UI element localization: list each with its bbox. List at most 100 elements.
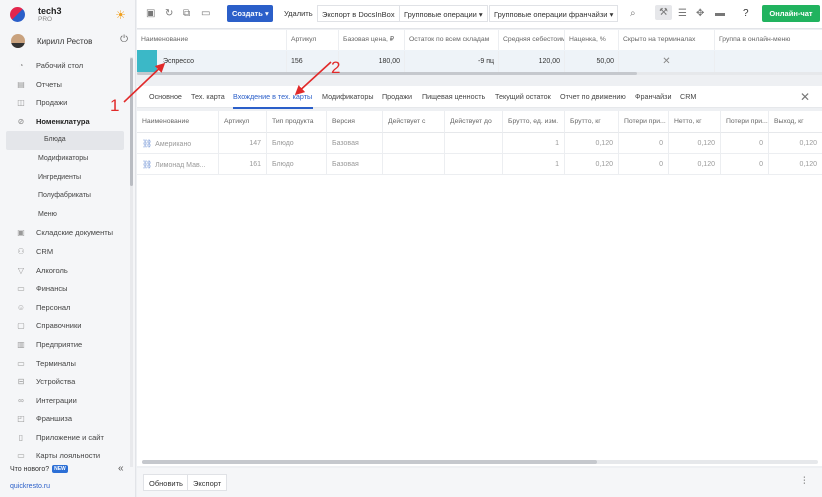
sub-table-scrollbar-thumb[interactable] — [142, 460, 597, 464]
list-icon[interactable]: ☰ — [678, 8, 687, 19]
move-icon[interactable]: ✥ — [696, 8, 704, 19]
sidebar-item-references[interactable]: ▢ Справочники — [0, 317, 130, 336]
col-header-valid-from[interactable]: Действует с — [383, 111, 445, 133]
sidebar-item-alcohol[interactable]: ▽ Алкоголь — [0, 262, 130, 281]
sidebar-item-dashboard[interactable]: ◔ Рабочий стол — [0, 57, 130, 76]
brand[interactable]: tech3 PRO ☀ — [8, 4, 132, 26]
tab-tech-card-inclusion[interactable]: Вхождение в тех. карты — [233, 92, 312, 101]
col-header-losses-2[interactable]: Потери при... — [721, 111, 769, 133]
tab-franchisees[interactable]: Франчайзи — [635, 92, 672, 101]
cell-name[interactable]: ⛓ Американо — [137, 133, 219, 154]
sidebar-item-devices[interactable]: ⊟ Устройства — [0, 373, 130, 392]
sidebar-scrollbar-thumb[interactable] — [130, 58, 133, 186]
col-header-hidden[interactable]: Скрыто на терминалах — [619, 30, 715, 50]
whats-new-link[interactable]: Что нового? NEW — [10, 465, 68, 473]
col-header-markup[interactable]: Наценка, % — [565, 30, 619, 50]
export-docsinbox-button[interactable]: Экспорт в DocsInBox — [317, 5, 400, 22]
sidebar-subitem-menu[interactable]: Меню — [0, 206, 130, 225]
col-header-name[interactable]: Наименование — [137, 30, 287, 50]
sidebar-item-warehouse-docs[interactable]: ▣ Складские документы — [0, 224, 130, 243]
delete-button[interactable]: Удалить — [280, 5, 317, 22]
col-header-net-kg[interactable]: Нетто, кг — [669, 111, 721, 133]
col-header-name[interactable]: Наименование — [137, 111, 219, 133]
column-settings-icon[interactable]: ⫶ — [803, 476, 806, 487]
user-profile[interactable]: Кирилл Рестов ⏻ — [8, 33, 132, 51]
tab-tech-card[interactable]: Тех. карта — [191, 92, 225, 101]
copy-icon[interactable]: ⧉ — [183, 8, 190, 19]
tab-modifiers[interactable]: Модификаторы — [322, 92, 374, 101]
window-icon[interactable]: ▭ — [201, 8, 210, 19]
sidebar-item-label: Ингредиенты — [38, 173, 82, 181]
sidebar-subitem-modifiers[interactable]: Модификаторы — [0, 150, 130, 169]
sidebar-subitem-dishes[interactable]: Блюда — [6, 131, 124, 150]
create-button[interactable]: Создать ▾ — [227, 5, 273, 22]
save-icon[interactable]: ▣ — [146, 8, 155, 19]
col-header-stock[interactable]: Остаток по всем складам — [405, 30, 499, 50]
sidebar-item-app-site[interactable]: ▯ Приложение и сайт — [0, 429, 130, 448]
col-header-price[interactable]: Базовая цена, ₽ — [339, 30, 405, 50]
wallet-icon: ▭ — [17, 284, 25, 294]
search-icon[interactable]: ⌕ — [630, 8, 636, 19]
sidebar-item-loyalty-cards[interactable]: ▭ Карты лояльности — [0, 447, 130, 466]
cell-online-group — [715, 51, 822, 72]
tab-crm[interactable]: CRM — [680, 92, 696, 101]
chevron-down-icon: ▾ — [609, 10, 614, 19]
chart-icon: ▤ — [17, 79, 25, 89]
sidebar-item-crm[interactable]: ⚇ CRM — [0, 243, 130, 262]
col-header-article[interactable]: Артикул — [219, 111, 267, 133]
col-header-output-kg[interactable]: Выход, кг — [769, 111, 822, 133]
theme-sun-icon[interactable]: ☀ — [115, 8, 126, 22]
sidebar-item-integrations[interactable]: ∞ Интеграции — [0, 392, 130, 411]
refresh-icon[interactable]: ↻ — [165, 8, 173, 19]
tab-sales[interactable]: Продажи — [382, 92, 412, 101]
cell-stock: -9 пц — [405, 51, 499, 72]
sub-table-scrollbar[interactable] — [142, 460, 818, 464]
group-operations-dropdown[interactable]: Групповые операции ▾ — [399, 5, 488, 22]
export-button[interactable]: Экспорт — [187, 474, 228, 491]
col-header-cost[interactable]: Средняя себестоимость — [499, 30, 565, 50]
tab-basic[interactable]: Основное — [149, 92, 182, 101]
logout-icon[interactable]: ⏻ — [120, 34, 128, 45]
help-icon[interactable]: ? — [743, 8, 749, 19]
col-header-article[interactable]: Артикул — [287, 30, 339, 50]
online-chat-button[interactable]: Онлайн-чат — [762, 5, 820, 22]
tools-icon[interactable]: ⚒ — [655, 5, 672, 20]
sidebar-item-terminals[interactable]: ▭ Терминалы — [0, 355, 130, 374]
trash-icon[interactable]: ▬ — [715, 8, 725, 19]
new-badge: NEW — [52, 465, 68, 473]
col-header-version[interactable]: Версия — [327, 111, 383, 133]
tab-movement-report[interactable]: Отчет по движению — [560, 92, 626, 101]
collapse-sidebar-icon[interactable]: « — [118, 463, 124, 474]
main-table-scrollbar-thumb[interactable] — [137, 72, 637, 75]
cell-name[interactable]: ⛓ Лимонад Мав... — [137, 154, 219, 175]
site-link[interactable]: quickresto.ru — [10, 483, 50, 490]
toolbar: ▣ ↻ ⧉ ▭ Создать ▾ Удалить Экспорт в Docs… — [137, 0, 822, 29]
col-header-product-type[interactable]: Тип продукта — [267, 111, 327, 133]
refresh-button[interactable]: Обновить — [143, 474, 189, 491]
tab-current-stock[interactable]: Текущий остаток — [495, 92, 551, 101]
group-operations-franchise-dropdown[interactable]: Групповые операции франчайзи ▾ — [489, 5, 619, 22]
tab-nutrition[interactable]: Пищевая ценность — [422, 92, 485, 101]
sidebar-item-staff[interactable]: ☺ Персонал — [0, 299, 130, 318]
cell-output-kg: 0,120 — [769, 154, 822, 175]
sidebar-item-label: CRM — [36, 246, 54, 256]
sidebar-item-finance[interactable]: ▭ Финансы — [0, 280, 130, 299]
sidebar-subitem-ingredients[interactable]: Ингредиенты — [0, 169, 130, 188]
group-operations-label: Групповые операции — [404, 10, 477, 19]
col-header-losses-1[interactable]: Потери при... — [619, 111, 669, 133]
sidebar-item-reports[interactable]: ▤ Отчеты — [0, 76, 130, 95]
sidebar-item-franchise[interactable]: ◰ Франшиза — [0, 410, 130, 429]
sidebar-item-enterprise[interactable]: ▥ Предприятие — [0, 336, 130, 355]
col-header-gross-unit[interactable]: Брутто, ед. изм. — [503, 111, 565, 133]
col-header-gross-kg[interactable]: Брутто, кг — [565, 111, 619, 133]
close-icon[interactable]: ✕ — [800, 90, 810, 104]
cell-name: Эспрессо — [157, 51, 287, 72]
sidebar-item-label: Алкоголь — [36, 265, 68, 275]
sidebar-subitem-semifinished[interactable]: Полуфабрикаты — [0, 187, 130, 206]
group-operations-franchise-label: Групповые операции франчайзи — [494, 10, 608, 19]
col-header-online-group[interactable]: Группа в онлайн-меню — [715, 30, 822, 50]
cell-valid-to — [445, 133, 503, 154]
link-icon: ⛓ — [142, 139, 153, 148]
main-table-scrollbar[interactable] — [137, 72, 822, 75]
col-header-valid-to[interactable]: Действует до — [445, 111, 503, 133]
